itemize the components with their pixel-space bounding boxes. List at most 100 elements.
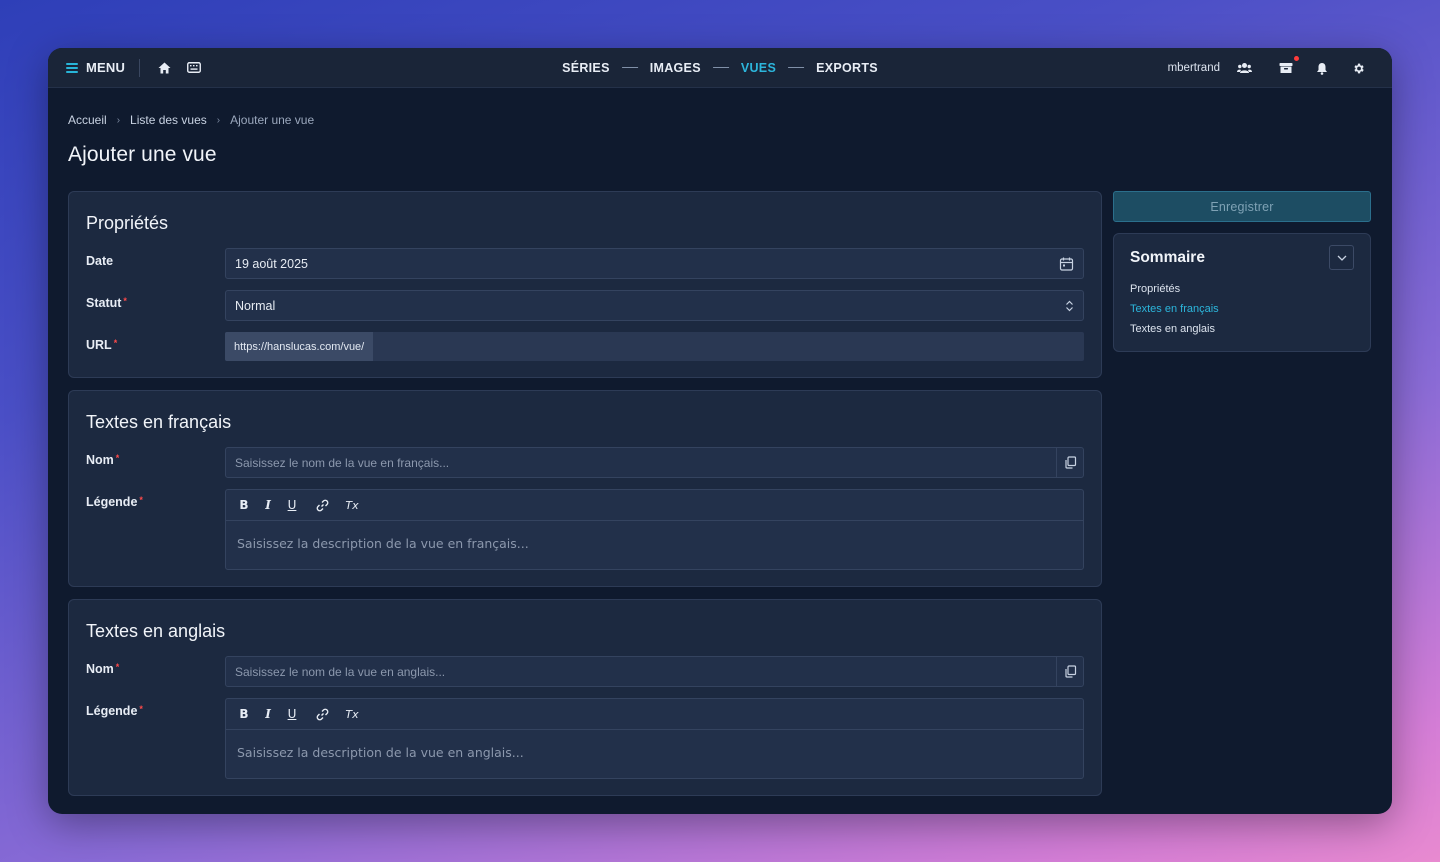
underline-button[interactable]: U [285, 707, 299, 721]
calendar-icon[interactable] [1059, 256, 1074, 271]
keyboard-icon[interactable] [184, 58, 204, 78]
fr-name-input[interactable]: Saisissez le nom de la vue en français..… [225, 447, 1084, 478]
link-icon[interactable] [315, 498, 329, 512]
nav-separator [621, 67, 638, 68]
date-label: Date [86, 254, 114, 268]
nav-vues[interactable]: VUES [741, 61, 776, 75]
fr-caption-editor: B I U Tx Saisissez la description de la … [225, 489, 1084, 570]
user-tools: mbertrand [1168, 48, 1368, 88]
fr-caption-label: Légende [86, 495, 138, 509]
status-select[interactable]: Normal [225, 290, 1084, 321]
date-value: 19 août 2025 [235, 256, 308, 271]
underline-button[interactable]: U [285, 498, 299, 512]
breadcrumb: Accueil › Liste des vues › Ajouter une v… [68, 112, 1372, 128]
chevron-right-icon: › [116, 114, 121, 126]
nav-exports[interactable]: EXPORTS [816, 61, 878, 75]
editor-toolbar: B I U Tx [226, 699, 1083, 730]
nav-separator [712, 67, 729, 68]
fr-name-row: Nom * Saisissez le nom de la vue en franç… [86, 447, 1084, 478]
status-label: Statut [86, 296, 122, 310]
menu-label: MENU [86, 60, 126, 75]
summary-list: Propriétés Textes en français Textes en … [1130, 283, 1354, 335]
required-marker: * [123, 296, 127, 306]
inbox-icon[interactable] [1276, 55, 1300, 78]
italic-button[interactable]: I [261, 498, 275, 512]
bold-button[interactable]: B [237, 707, 251, 721]
status-row: Statut * Normal [86, 290, 1084, 321]
summary-item-english-texts[interactable]: Textes en anglais [1130, 323, 1354, 335]
editor-toolbar: B I U Tx [226, 490, 1083, 521]
required-marker: * [115, 453, 120, 463]
menu-button[interactable]: MENU [66, 60, 125, 75]
required-marker: * [139, 704, 143, 714]
french-texts-card: Textes en français Nom * Saisissez le nom… [68, 390, 1102, 587]
bell-icon[interactable] [1312, 58, 1332, 78]
properties-title: Propriétés [86, 213, 169, 233]
notification-badge [1293, 55, 1300, 62]
en-caption-input[interactable]: Saisissez la description de la vue en an… [226, 730, 1083, 778]
breadcrumb-home[interactable]: Accueil [68, 113, 107, 127]
form-column: Propriétés Date 19 août 2025 Statut * Nor… [68, 191, 1102, 808]
url-label: URL [86, 338, 112, 352]
english-texts-card: Textes en anglais Nom * Saisissez le nom … [68, 599, 1102, 796]
copy-icon[interactable] [1056, 657, 1083, 686]
required-marker: * [113, 338, 118, 348]
italic-button[interactable]: I [261, 707, 275, 721]
copy-icon[interactable] [1056, 448, 1083, 477]
url-input[interactable] [373, 332, 1084, 361]
fr-name-label: Nom [86, 453, 114, 467]
page-content: Accueil › Liste des vues › Ajouter une v… [48, 88, 1392, 167]
en-name-placeholder: Saisissez le nom de la vue en anglais... [235, 664, 446, 679]
toolbar-divider [139, 58, 141, 77]
nav-separator [788, 67, 805, 68]
fr-caption-row: Légende * B I U Tx Saisissez la descripti… [86, 489, 1084, 570]
status-value: Normal [235, 298, 276, 313]
url-row: URL * https://hanslucas.com/vue/ [86, 332, 1084, 361]
app-window: MENU SÉRIES IMAGES VUES EXPORTS mbertran… [48, 48, 1392, 814]
save-button[interactable]: Enregistrer [1113, 191, 1371, 222]
summary-panel: Sommaire Propriétés Textes en français T… [1113, 233, 1371, 352]
url-prefix: https://hanslucas.com/vue/ [225, 332, 374, 361]
chevron-right-icon: › [216, 114, 221, 126]
main-nav: SÉRIES IMAGES VUES EXPORTS [562, 61, 878, 75]
en-caption-placeholder: Saisissez la description de la vue en an… [237, 745, 524, 760]
en-name-input[interactable]: Saisissez le nom de la vue en anglais... [225, 656, 1084, 687]
nav-series[interactable]: SÉRIES [562, 61, 610, 75]
nav-images[interactable]: IMAGES [650, 61, 701, 75]
bold-button[interactable]: B [237, 498, 251, 512]
page-title: Ajouter une vue [68, 143, 217, 166]
summary-item-properties[interactable]: Propriétés [1130, 283, 1354, 295]
english-texts-title: Textes en anglais [86, 621, 226, 641]
en-name-row: Nom * Saisissez le nom de la vue en angla… [86, 656, 1084, 687]
chevron-down-icon[interactable] [1329, 245, 1354, 270]
fr-caption-input[interactable]: Saisissez la description de la vue en fr… [226, 521, 1083, 569]
required-marker: * [139, 495, 143, 505]
en-caption-label: Légende [86, 704, 138, 718]
username[interactable]: mbertrand [1168, 62, 1220, 74]
link-icon[interactable] [315, 707, 329, 721]
sidebar: Enregistrer Sommaire Propriétés Textes e… [1113, 191, 1371, 352]
summary-item-french-texts[interactable]: Textes en français [1130, 303, 1354, 315]
required-marker: * [115, 662, 120, 672]
en-name-label: Nom [86, 662, 114, 676]
date-field[interactable]: 19 août 2025 [225, 248, 1084, 279]
en-caption-editor: B I U Tx Saisissez la description de la … [225, 698, 1084, 779]
fr-caption-placeholder: Saisissez la description de la vue en fr… [237, 536, 529, 551]
home-icon[interactable] [154, 58, 174, 78]
hamburger-icon [66, 62, 78, 73]
properties-card: Propriétés Date 19 août 2025 Statut * Nor… [68, 191, 1102, 378]
url-field: https://hanslucas.com/vue/ [225, 332, 1084, 361]
users-icon[interactable] [1234, 58, 1254, 78]
en-caption-row: Légende * B I U Tx Saisissez la descripti… [86, 698, 1084, 779]
summary-title: Sommaire [1130, 249, 1205, 266]
breadcrumb-current: Ajouter une vue [230, 113, 315, 127]
select-arrows-icon [1065, 300, 1074, 312]
fr-name-placeholder: Saisissez le nom de la vue en français..… [235, 455, 450, 470]
date-row: Date 19 août 2025 [86, 248, 1084, 279]
breadcrumb-view-list[interactable]: Liste des vues [130, 113, 207, 127]
clear-format-button[interactable]: Tx [345, 707, 359, 721]
top-bar: MENU SÉRIES IMAGES VUES EXPORTS mbertran… [48, 48, 1392, 88]
clear-format-button[interactable]: Tx [345, 498, 359, 512]
gear-icon[interactable] [1348, 58, 1368, 78]
french-texts-title: Textes en français [86, 412, 232, 432]
